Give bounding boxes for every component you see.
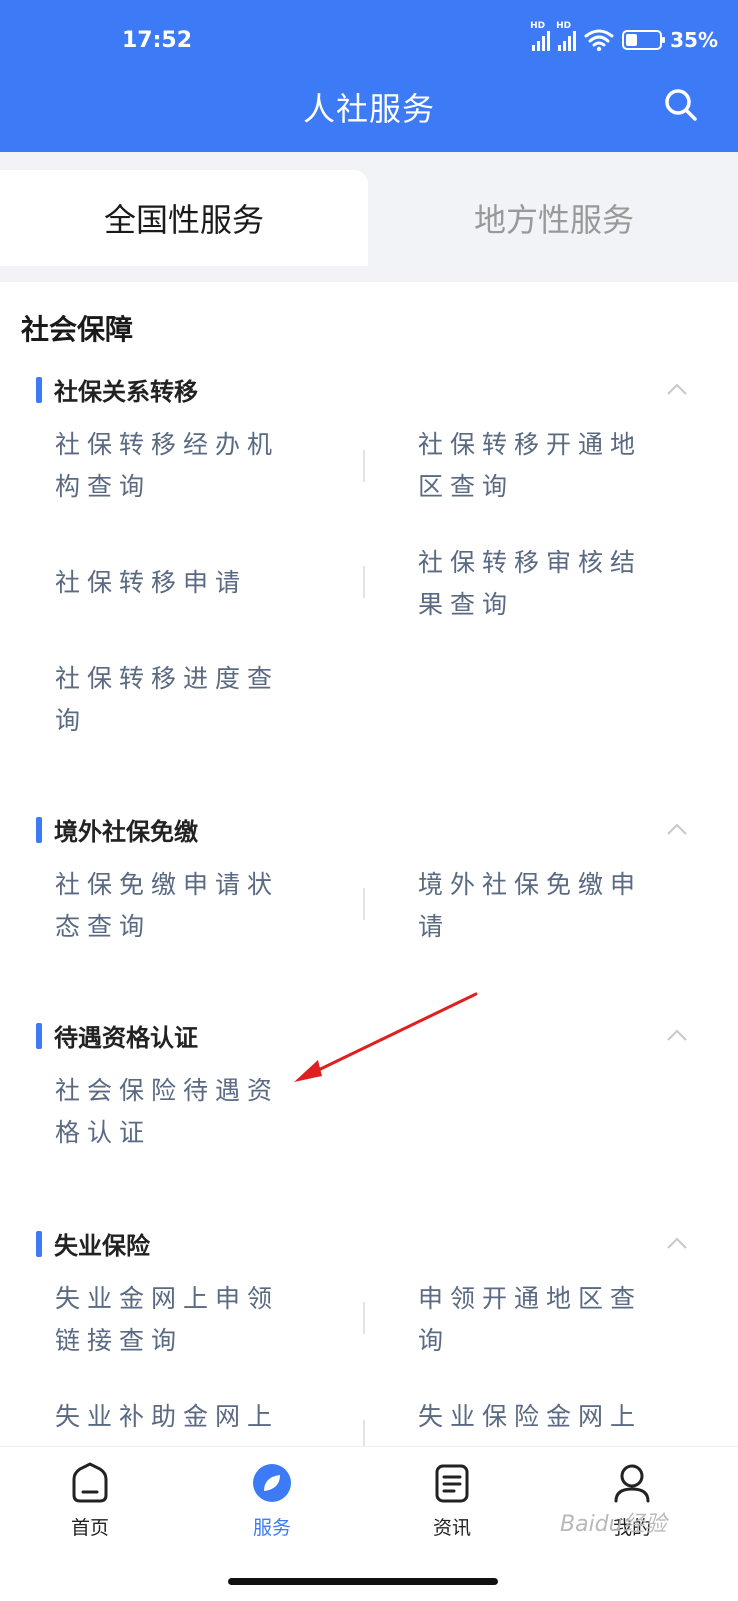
group-accent-bar: [36, 1022, 42, 1049]
nav-home[interactable]: 首页: [40, 1461, 140, 1540]
status-icons: HD HD 35%: [530, 21, 718, 52]
group-title-overseas-exemption[interactable]: 境外社保免缴: [36, 812, 198, 847]
group-accent-bar: [36, 1230, 42, 1257]
service-item[interactable]: 失业金网上申领链接查询: [55, 1278, 295, 1362]
chevron-up-icon[interactable]: [666, 822, 688, 836]
person-icon: [614, 1464, 650, 1503]
chevron-up-icon[interactable]: [666, 382, 688, 396]
item-divider: [363, 450, 365, 482]
nav-services[interactable]: 服务: [222, 1461, 322, 1540]
service-item[interactable]: 社保转移经办机构查询: [55, 424, 295, 508]
battery-icon: [622, 30, 666, 50]
document-icon: [435, 1464, 469, 1503]
service-item[interactable]: 境外社保免缴申请: [418, 864, 658, 948]
service-item[interactable]: 社保转移开通地区查询: [418, 424, 658, 508]
group-accent-bar: [36, 816, 42, 843]
red-arrow-annotation: [294, 992, 478, 1082]
watermark: Baidu经验: [560, 1512, 667, 1537]
service-item[interactable]: 失业保险金网上: [418, 1396, 658, 1438]
group-title-unemployment[interactable]: 失业保险: [36, 1226, 150, 1261]
service-item[interactable]: 社保免缴申请状态查询: [55, 864, 295, 948]
item-divider: [363, 566, 365, 598]
status-time: 17:52: [122, 28, 193, 53]
group-title-transfer[interactable]: 社保关系转移: [36, 372, 198, 407]
section-title: 社会保障: [21, 313, 134, 346]
service-item[interactable]: 社保转移进度查询: [55, 658, 295, 742]
home-icon: [72, 1462, 108, 1503]
service-item[interactable]: 失业补助金网上: [55, 1396, 295, 1438]
signal-icon-2: HD: [556, 21, 577, 51]
group-accent-bar: [36, 376, 42, 403]
tab-local-services[interactable]: 地方性服务: [370, 170, 738, 266]
compass-leaf-icon: [253, 1464, 291, 1502]
home-indicator[interactable]: [228, 1578, 498, 1585]
item-divider: [363, 1302, 365, 1334]
signal-icon: HD: [530, 21, 551, 51]
service-item[interactable]: 社会保险待遇资格认证: [55, 1070, 295, 1154]
nav-news[interactable]: 资讯: [402, 1461, 502, 1540]
service-item[interactable]: 社保转移审核结果查询: [418, 542, 658, 626]
chevron-up-icon[interactable]: [666, 1236, 688, 1250]
service-item[interactable]: 社保转移申请: [55, 562, 295, 604]
service-item[interactable]: 申领开通地区查询: [418, 1278, 658, 1362]
search-icon[interactable]: [664, 88, 698, 122]
battery-percent: 35%: [670, 28, 718, 52]
tab-national-services[interactable]: 全国性服务: [0, 170, 368, 266]
page-title: 人社服务: [302, 90, 435, 128]
chevron-up-icon[interactable]: [666, 1028, 688, 1042]
app-header: 17:52 HD HD 35% 人社服务: [0, 0, 738, 152]
wifi-icon: [584, 29, 614, 52]
service-tabs: 全国性服务 地方性服务: [0, 152, 738, 282]
item-divider: [363, 888, 365, 920]
group-title-qualification[interactable]: 待遇资格认证: [36, 1018, 198, 1053]
